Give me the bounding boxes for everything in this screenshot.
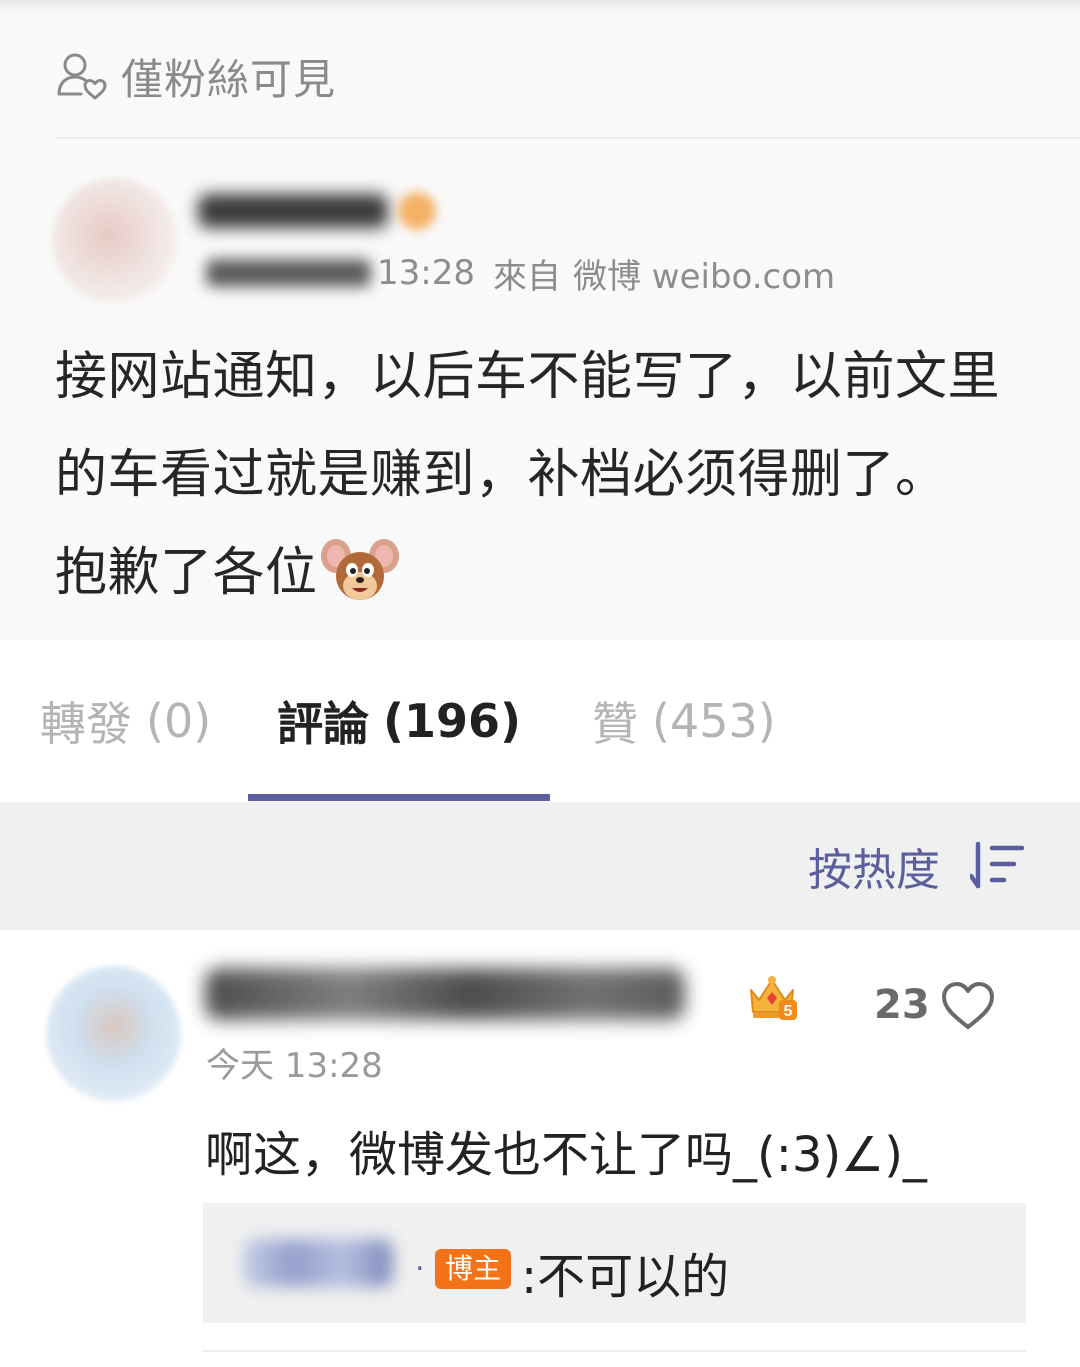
tab-likes[interactable]: 贊 (453) (592, 640, 776, 802)
post-card: 僅粉絲可見 13:28 來自 微博 weibo.com 接网站通知，以后车不能写… (0, 0, 1080, 640)
source-from-label: 來自 (492, 256, 561, 297)
tab-reposts[interactable]: 轉發 (0) (40, 640, 212, 802)
tab-label: 評論 (276, 697, 369, 751)
sort-bar: 按热度 (0, 802, 1080, 930)
blogger-badge: 博主 (435, 1249, 512, 1289)
author-name-redacted[interactable] (198, 180, 458, 242)
comment-time: 今天 13:28 (206, 1046, 383, 1086)
tab-label: 轉發 (40, 697, 132, 751)
tab-count: (453) (652, 694, 776, 748)
divider (203, 1350, 1026, 1352)
tab-comments[interactable]: 評論 (196) (248, 640, 550, 802)
reply-author-redacted[interactable] (243, 1239, 393, 1287)
active-tab-indicator (248, 794, 550, 801)
tabs-bar: 轉發 (0) 評論 (196) 贊 (453) (0, 640, 1080, 802)
sort-label: 按热度 (808, 845, 940, 896)
date-redacted (206, 259, 371, 287)
post-line-text: 抱歉了各位 (55, 543, 318, 603)
reply-separator: . (415, 1243, 425, 1278)
tab-count: (196) (382, 694, 522, 748)
svg-text:5: 5 (784, 1003, 793, 1020)
sort-by-hot-button[interactable]: 按热度 (808, 802, 1026, 930)
visibility-label: 僅粉絲可見 (121, 54, 337, 104)
comment-text[interactable]: 啊这，微博发也不让了吗_(:3)∠)_ (205, 1115, 927, 1185)
like-heart-icon[interactable] (940, 980, 996, 1032)
comment-like-count: 23 (874, 982, 930, 1028)
top-shadow (0, 0, 1080, 12)
post-line: 接网站通知，以后车不能写了，以前文里 (55, 347, 1001, 407)
jerry-mouse-emoji-icon (320, 539, 399, 600)
post-meta: 13:28 來自 微博 weibo.com (206, 248, 835, 298)
post-line: 的车看过就是赚到，补档必须得删了。 (55, 445, 948, 505)
visibility-row: 僅粉絲可見 (55, 48, 336, 104)
commenter-name-redacted[interactable] (205, 968, 685, 1020)
post-time: 13:28 (377, 253, 475, 293)
crown-level-5-icon: 5 (750, 976, 797, 1020)
tab-label: 贊 (592, 697, 638, 751)
post-body: 接网站通知，以后车不能写了，以前文里 的车看过就是赚到，补档必须得删了。 抱歉了… (55, 328, 1045, 622)
fans-only-icon (57, 53, 107, 100)
divider (55, 137, 1080, 139)
comment-list: 5 23 今天 13:28 啊这，微博发也不让了吗_(:3)∠)_ . 博主 :… (0, 930, 1080, 1367)
sort-descending-icon (970, 841, 1025, 889)
commenter-avatar[interactable] (46, 966, 181, 1101)
author-avatar[interactable] (52, 178, 177, 303)
tab-count: (0) (146, 694, 212, 748)
vip-badge-icon (398, 192, 436, 230)
post-line: 抱歉了各位 (55, 524, 1045, 622)
post-source: 微博 weibo.com (572, 256, 836, 297)
reply-preview[interactable]: . 博主 :不可以的 (203, 1203, 1026, 1323)
reply-text: :不可以的 (521, 1249, 730, 1305)
